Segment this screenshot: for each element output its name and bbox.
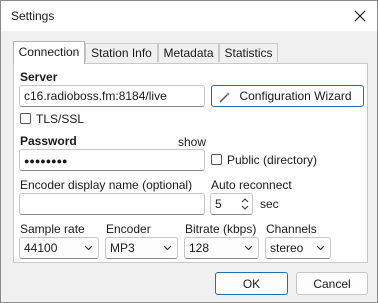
channels-value: stereo — [270, 241, 304, 255]
tls-checkbox[interactable] — [20, 113, 31, 124]
encoder-value: MP3 — [110, 241, 135, 255]
bitrate-select[interactable]: 128 — [184, 237, 259, 259]
encoder-name-input[interactable] — [19, 193, 205, 215]
chevron-down-icon — [84, 245, 93, 251]
tls-label: TLS/SSL — [36, 112, 85, 126]
show-password-link[interactable]: show — [178, 135, 206, 149]
tab-metadata[interactable]: Metadata — [158, 43, 219, 62]
public-checkbox[interactable] — [211, 154, 222, 165]
chevron-down-icon — [244, 245, 253, 251]
title-bar: Settings — [1, 1, 377, 31]
spinner-arrows-icon[interactable] — [241, 196, 249, 212]
server-input[interactable]: c16.radioboss.fm:8184/live — [19, 85, 205, 107]
bitrate-label: Bitrate (kbps) — [185, 222, 257, 236]
connection-panel: Server c16.radioboss.fm:8184/live Config… — [13, 63, 368, 263]
tab-statistics-label: Statistics — [224, 46, 273, 60]
sample-rate-select[interactable]: 44100 — [19, 237, 99, 259]
tab-statistics[interactable]: Statistics — [219, 43, 278, 62]
chevron-down-icon — [163, 245, 172, 251]
channels-select[interactable]: stereo — [265, 237, 331, 259]
bitrate-value: 128 — [189, 241, 210, 255]
tab-station-info-label: Station Info — [91, 46, 152, 60]
server-label: Server — [20, 70, 58, 84]
public-label: Public (directory) — [227, 153, 318, 167]
auto-reconnect-value: 5 — [215, 197, 222, 211]
encoder-select[interactable]: MP3 — [105, 237, 178, 259]
sample-rate-label: Sample rate — [20, 222, 85, 236]
auto-reconnect-unit: sec — [260, 197, 279, 211]
tab-connection[interactable]: Connection — [13, 41, 85, 64]
encoder-label: Encoder — [106, 222, 151, 236]
tab-metadata-label: Metadata — [163, 46, 214, 60]
settings-window: Settings Connection Station Info Metadat… — [0, 0, 378, 303]
configuration-wizard-button[interactable]: Configuration Wizard — [211, 85, 364, 107]
cancel-label: Cancel — [313, 277, 351, 291]
cancel-button[interactable]: Cancel — [296, 272, 368, 295]
magic-wand-icon — [219, 92, 230, 103]
auto-reconnect-spinner[interactable]: 5 — [210, 193, 253, 215]
ok-label: OK — [242, 277, 261, 291]
auto-reconnect-label: Auto reconnect — [211, 178, 292, 192]
chevron-down-icon — [316, 245, 325, 251]
close-button[interactable] — [343, 1, 377, 31]
ok-button[interactable]: OK — [215, 272, 288, 295]
server-value: c16.radioboss.fm:8184/live — [24, 89, 167, 103]
channels-label: Channels — [266, 222, 317, 236]
sample-rate-value: 44100 — [24, 241, 58, 255]
password-value: ●●●●●●●● — [24, 156, 68, 166]
configuration-wizard-label: Configuration Wizard — [239, 89, 352, 103]
password-input[interactable]: ●●●●●●●● — [19, 149, 205, 171]
tab-connection-label: Connection — [18, 45, 80, 59]
password-label: Password — [20, 134, 77, 148]
window-title: Settings — [11, 9, 55, 23]
tab-station-info[interactable]: Station Info — [85, 43, 158, 62]
close-icon — [354, 10, 366, 22]
encoder-name-label: Encoder display name (optional) — [20, 178, 193, 192]
